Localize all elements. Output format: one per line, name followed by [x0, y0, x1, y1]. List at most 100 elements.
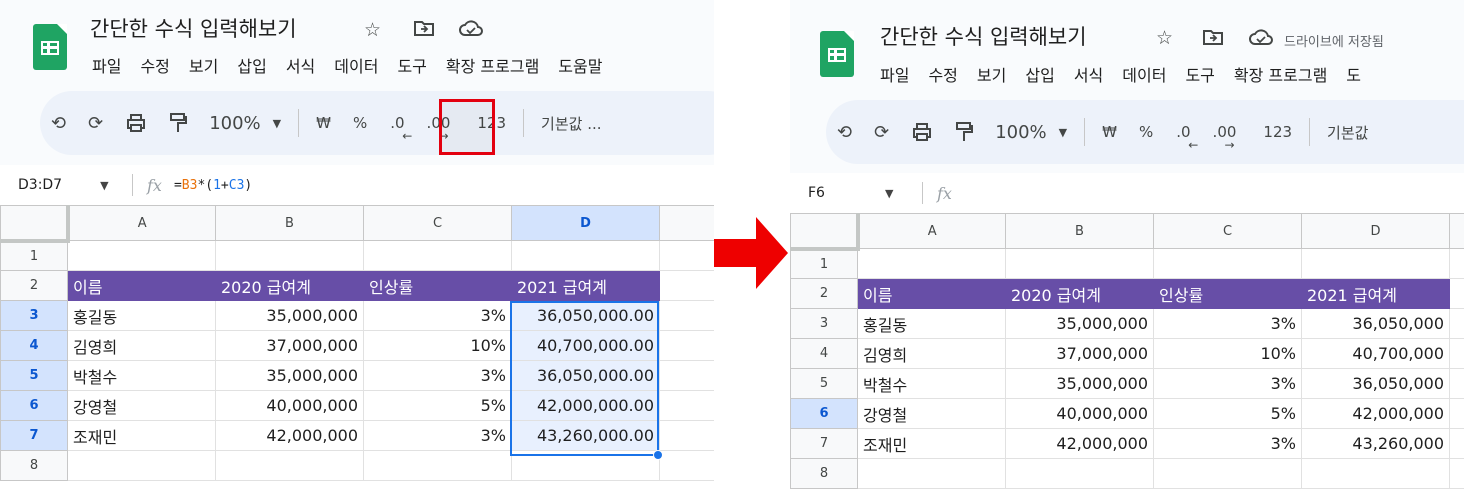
cell[interactable] [659, 420, 714, 451]
row-number[interactable]: 5 [790, 368, 858, 399]
cell[interactable] [67, 450, 216, 481]
paint-format-icon[interactable] [944, 100, 984, 164]
cell[interactable]: 5% [363, 390, 512, 421]
cell[interactable] [659, 330, 714, 361]
cell[interactable]: 35,000,000 [215, 300, 364, 331]
cell[interactable]: 42,000,000 [1301, 398, 1450, 429]
cell[interactable] [215, 240, 364, 271]
cell[interactable]: 박철수 [67, 360, 216, 391]
cell[interactable]: 36,050,000 [1301, 368, 1450, 399]
print-icon[interactable] [114, 91, 158, 155]
column-header-b[interactable]: B [215, 205, 364, 241]
currency-format-button[interactable]: ₩ [305, 91, 342, 155]
header-cell-name[interactable]: 이름 [857, 278, 1006, 309]
cell[interactable] [511, 240, 660, 271]
cell[interactable]: 10% [1153, 338, 1302, 369]
more-formats-button[interactable]: 123 [1252, 100, 1303, 164]
menu-help[interactable]: 도 [1346, 62, 1361, 86]
cell[interactable] [857, 248, 1006, 279]
cell[interactable] [857, 458, 1006, 489]
row-number[interactable]: 2 [0, 270, 68, 301]
column-header-d[interactable]: D [511, 205, 660, 241]
undo-icon[interactable]: ⟲ [40, 91, 77, 155]
column-header-d[interactable]: D [1301, 213, 1450, 249]
cell[interactable]: 3% [363, 300, 512, 331]
menu-file[interactable]: 파일 [880, 62, 909, 86]
move-folder-icon[interactable] [413, 18, 435, 42]
header-cell-2020-salary[interactable]: 2020 급여계 [1005, 278, 1154, 309]
column-header-a[interactable]: A [857, 213, 1006, 249]
star-icon[interactable]: ☆ [1156, 28, 1173, 48]
cell[interactable] [1005, 458, 1154, 489]
cell[interactable]: 강영철 [857, 398, 1006, 429]
row-number[interactable]: 4 [790, 338, 858, 369]
cell[interactable]: 35,000,000 [1005, 368, 1154, 399]
cell[interactable]: 3% [1153, 428, 1302, 459]
cell[interactable]: 박철수 [857, 368, 1006, 399]
cell[interactable] [1449, 248, 1464, 279]
column-header-a[interactable]: A [67, 205, 216, 241]
row-number[interactable]: 4 [0, 330, 68, 361]
cell[interactable] [1449, 278, 1464, 309]
cell[interactable]: 43,260,000 [1301, 428, 1450, 459]
cell[interactable]: 3% [363, 360, 512, 391]
menu-data[interactable]: 데이터 [1122, 62, 1166, 86]
font-select[interactable]: 기본값 ... [530, 91, 612, 155]
column-header-e[interactable] [659, 205, 714, 241]
menu-data[interactable]: 데이터 [334, 53, 378, 77]
star-icon[interactable]: ☆ [364, 20, 381, 40]
cell[interactable]: 3% [1153, 368, 1302, 399]
cell[interactable]: 김영희 [67, 330, 216, 361]
cell[interactable] [1449, 368, 1464, 399]
cell[interactable]: 조재민 [857, 428, 1006, 459]
cell[interactable] [1449, 308, 1464, 339]
header-cell-2021-salary[interactable]: 2021 급여계 [511, 270, 660, 301]
cell[interactable]: 40,700,000 [1301, 338, 1450, 369]
cell[interactable] [659, 240, 714, 271]
cloud-status-icon[interactable] [1248, 27, 1274, 51]
column-header-b[interactable]: B [1005, 213, 1154, 249]
cell[interactable]: 강영철 [67, 390, 216, 421]
row-number[interactable]: 7 [0, 420, 68, 451]
decrease-decimal-button[interactable]: .0 ← [378, 91, 420, 155]
paint-format-icon[interactable] [158, 91, 198, 155]
column-header-c[interactable]: C [363, 205, 512, 241]
cell[interactable] [1449, 428, 1464, 459]
cell[interactable]: 10% [363, 330, 512, 361]
formula-input[interactable]: =B3*(1+C3) [174, 178, 252, 193]
cell[interactable] [363, 240, 512, 271]
cell[interactable] [363, 450, 512, 481]
menu-insert[interactable]: 삽입 [237, 53, 266, 77]
cell[interactable]: 42,000,000 [1005, 428, 1154, 459]
percent-format-button[interactable]: % [342, 91, 378, 155]
cell[interactable]: 37,000,000 [215, 330, 364, 361]
increase-decimal-button[interactable]: .00 → [1207, 100, 1253, 164]
cell[interactable] [67, 240, 216, 271]
row-number[interactable]: 8 [790, 458, 858, 489]
cell[interactable] [659, 270, 714, 301]
row-number[interactable]: 3 [790, 308, 858, 339]
cell[interactable]: 40,000,000 [1005, 398, 1154, 429]
menu-view[interactable]: 보기 [977, 62, 1006, 86]
cell[interactable]: 36,050,000 [1301, 308, 1450, 339]
zoom-select[interactable]: 100% ▼ [984, 100, 1078, 164]
cloud-status-icon[interactable] [458, 18, 484, 42]
column-header-e[interactable] [1449, 213, 1464, 249]
header-cell-2021-salary[interactable]: 2021 급여계 [1301, 278, 1450, 309]
cell[interactable]: 42,000,000.00 [511, 390, 660, 421]
menu-extensions[interactable]: 확장 프로그램 [1234, 62, 1327, 86]
menu-insert[interactable]: 삽입 [1025, 62, 1054, 86]
redo-icon[interactable]: ⟳ [77, 91, 114, 155]
cell[interactable] [215, 450, 364, 481]
cell[interactable]: 홍길동 [67, 300, 216, 331]
zoom-select[interactable]: 100% ▼ [198, 91, 292, 155]
menu-format[interactable]: 서식 [286, 53, 315, 77]
decrease-decimal-button[interactable]: .0 ← [1164, 100, 1206, 164]
move-folder-icon[interactable] [1202, 27, 1224, 51]
row-number[interactable]: 1 [0, 240, 68, 271]
menu-edit[interactable]: 수정 [928, 62, 957, 86]
menu-tools[interactable]: 도구 [397, 53, 426, 77]
cell[interactable] [1153, 458, 1302, 489]
menu-file[interactable]: 파일 [92, 53, 121, 77]
cell[interactable] [659, 450, 714, 481]
